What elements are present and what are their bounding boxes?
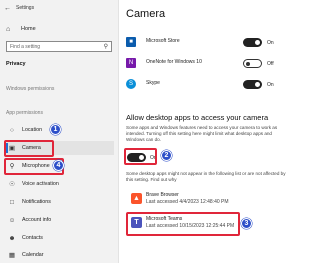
last-accessed: Last accessed 4/4/2023 12:48:40 PM bbox=[146, 199, 229, 205]
highlight-camera bbox=[4, 140, 54, 157]
home-icon: ⌂ bbox=[6, 25, 11, 33]
sidebar-item-voice-activation[interactable]: ☉ Voice activation bbox=[6, 177, 114, 191]
desktop-app-brave: ▲ Brave Browser Last accessed 4/4/2023 1… bbox=[126, 189, 296, 209]
account-icon: ☺ bbox=[8, 216, 16, 224]
section-privacy: Privacy bbox=[6, 61, 26, 67]
location-icon: ○ bbox=[10, 126, 14, 134]
toggle-skype[interactable] bbox=[243, 80, 262, 89]
sidebar-item-label: Voice activation bbox=[22, 181, 59, 187]
desktop-apps-description: Some apps and Windows features need to a… bbox=[126, 125, 278, 143]
sidebar-item-label: Account info bbox=[22, 217, 52, 223]
sidebar-item-home[interactable]: ⌂ Home bbox=[6, 24, 106, 34]
search-placeholder: Find a setting bbox=[10, 44, 41, 50]
toggle-state: On bbox=[267, 40, 274, 46]
sidebar-item-label: Contacts bbox=[22, 235, 43, 241]
search-icon: ⚲ bbox=[103, 44, 108, 50]
app-name: Microsoft Store bbox=[146, 38, 180, 44]
desktop-apps-note: Some desktop apps might not appear in th… bbox=[126, 171, 286, 183]
onenote-icon: N bbox=[126, 58, 136, 68]
header-windows-permissions: Windows permissions bbox=[6, 86, 55, 92]
sidebar-item-label: Calendar bbox=[22, 252, 44, 258]
sidebar-item-notifications[interactable]: □ Notifications bbox=[6, 195, 114, 209]
sidebar-item-calendar[interactable]: ▦ Calendar bbox=[6, 248, 114, 262]
voice-icon: ☉ bbox=[9, 181, 15, 188]
calendar-icon: ▦ bbox=[8, 252, 16, 259]
header-app-permissions: App permissions bbox=[6, 110, 43, 116]
app-name: OneNote for Windows 10 bbox=[146, 59, 202, 65]
page-title: Camera bbox=[126, 8, 166, 20]
sidebar-item-account-info[interactable]: ☺ Account info bbox=[6, 213, 114, 227]
bell-icon: □ bbox=[10, 198, 14, 206]
annotation-badge-1: 1 bbox=[50, 124, 61, 135]
window-title: Settings bbox=[16, 5, 35, 11]
sidebar-item-label: Location bbox=[22, 127, 43, 133]
app-name: Skype bbox=[146, 80, 160, 86]
app-row-skype: S Skype On bbox=[126, 78, 296, 92]
annotation-badge-2: 2 bbox=[161, 150, 172, 161]
store-icon: ■ bbox=[126, 37, 136, 47]
toggle-state: Off bbox=[267, 61, 274, 67]
annotation-badge-3: 3 bbox=[241, 218, 252, 229]
highlight-desktop-toggle bbox=[124, 148, 157, 165]
home-label: Home bbox=[21, 26, 36, 32]
app-name: Brave Browser bbox=[146, 192, 179, 198]
sidebar-item-contacts[interactable]: ☻ Contacts bbox=[6, 231, 114, 245]
highlight-teams bbox=[126, 212, 240, 236]
toggle-microsoft-store[interactable] bbox=[243, 38, 262, 47]
desktop-apps-heading: Allow desktop apps to access your camera bbox=[126, 113, 269, 122]
search-input[interactable]: Find a setting ⚲ bbox=[6, 41, 112, 52]
toggle-state: On bbox=[267, 82, 274, 88]
brave-icon: ▲ bbox=[131, 193, 142, 204]
contacts-icon: ☻ bbox=[8, 234, 16, 242]
settings-window: ← Settings ⌂ Home Find a setting ⚲ Priva… bbox=[0, 0, 300, 263]
toggle-onenote[interactable] bbox=[243, 59, 262, 68]
back-arrow-icon[interactable]: ← bbox=[4, 5, 11, 12]
annotation-badge-4: 4 bbox=[53, 160, 64, 171]
app-row-onenote: N OneNote for Windows 10 Off bbox=[126, 57, 296, 71]
sidebar-item-label: Notifications bbox=[22, 199, 51, 205]
app-row-microsoft-store: ■ Microsoft Store On bbox=[126, 36, 296, 50]
skype-icon: S bbox=[126, 79, 136, 89]
